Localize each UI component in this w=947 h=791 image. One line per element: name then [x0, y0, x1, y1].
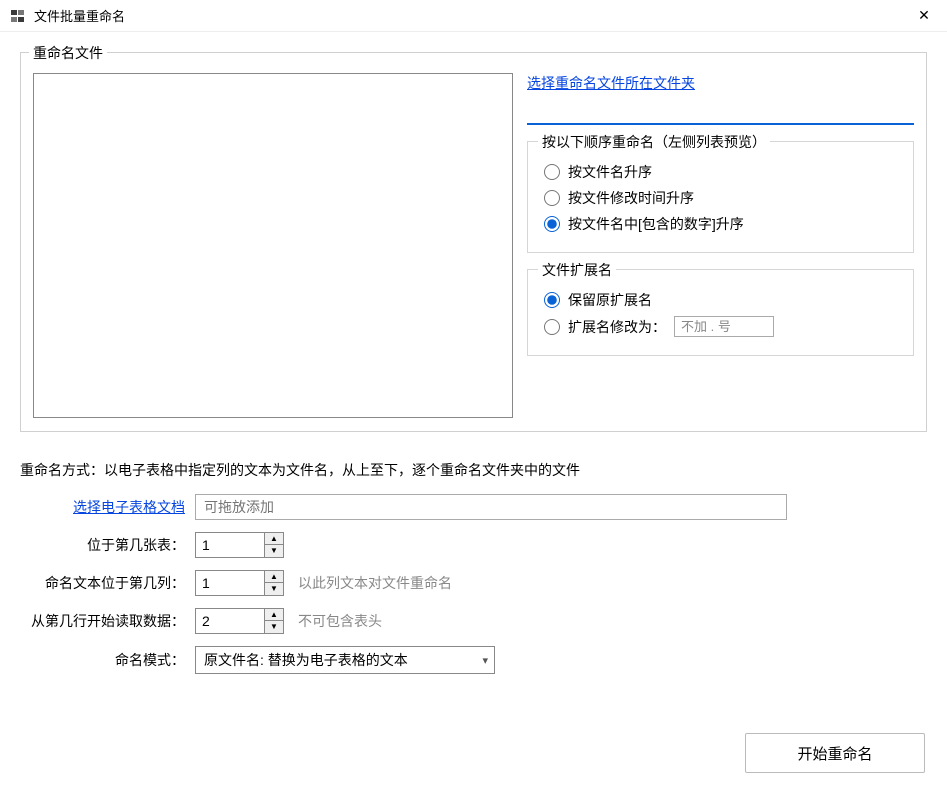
- close-icon: ✕: [918, 7, 930, 24]
- row-start-down[interactable]: ▼: [265, 621, 283, 633]
- row-start-up[interactable]: ▲: [265, 609, 283, 621]
- column-index-stepper[interactable]: ▲ ▼: [195, 570, 284, 596]
- sheet-index-up[interactable]: ▲: [265, 533, 283, 545]
- order-by-mtime-label: 按文件修改时间升序: [568, 188, 694, 208]
- row-start-label: 从第几行开始读取数据：: [20, 611, 195, 631]
- column-index-input[interactable]: [196, 571, 264, 595]
- order-by-mtime-radio[interactable]: 按文件修改时间升序: [544, 188, 901, 208]
- close-button[interactable]: ✕: [901, 0, 947, 32]
- rename-files-group: 重命名文件 选择重命名文件所在文件夹 按以下顺序重命名（左侧列表预览） 按文件名…: [20, 52, 927, 432]
- order-by-name-label: 按文件名升序: [568, 162, 652, 182]
- column-index-label: 命名文本位于第几列：: [20, 573, 195, 593]
- start-rename-button[interactable]: 开始重命名: [745, 733, 925, 773]
- column-index-up[interactable]: ▲: [265, 571, 283, 583]
- order-group-legend: 按以下顺序重命名（左侧列表预览）: [538, 132, 770, 152]
- title-bar: 文件批量重命名 ✕: [0, 0, 947, 32]
- column-index-down[interactable]: ▼: [265, 583, 283, 595]
- order-by-name-radio[interactable]: 按文件名升序: [544, 162, 901, 182]
- ext-keep-radio[interactable]: 保留原扩展名: [544, 290, 901, 310]
- spreadsheet-path-input[interactable]: [195, 494, 787, 520]
- order-by-number-radio[interactable]: 按文件名中[包含的数字]升序: [544, 214, 901, 234]
- order-group: 按以下顺序重命名（左侧列表预览） 按文件名升序 按文件修改时间升序 按文件名中[…: [527, 141, 914, 253]
- spreadsheet-form: 选择电子表格文档 位于第几张表： ▲ ▼ 命名文本位于第几列：: [20, 494, 927, 674]
- app-icon: [10, 8, 26, 24]
- order-by-mtime-radio-input[interactable]: [544, 190, 560, 206]
- preview-listbox[interactable]: [33, 73, 513, 418]
- ext-change-radio-input[interactable]: [544, 319, 560, 335]
- ext-change-radio[interactable]: 扩展名修改为：: [544, 316, 901, 337]
- order-by-name-radio-input[interactable]: [544, 164, 560, 180]
- mode-value: 原文件名: 替换为电子表格的文本: [204, 650, 408, 670]
- mode-combobox[interactable]: 原文件名: 替换为电子表格的文本 ▾: [195, 646, 495, 674]
- select-spreadsheet-link[interactable]: 选择电子表格文档: [73, 497, 185, 517]
- sheet-index-input[interactable]: [196, 533, 264, 557]
- order-by-number-label: 按文件名中[包含的数字]升序: [568, 214, 744, 234]
- chevron-down-icon: ▾: [482, 654, 488, 667]
- start-rename-label: 开始重命名: [797, 743, 872, 764]
- column-hint: 以此列文本对文件重命名: [298, 573, 452, 593]
- select-folder-link[interactable]: 选择重命名文件所在文件夹: [527, 73, 914, 93]
- window-title: 文件批量重命名: [34, 6, 125, 25]
- row-start-stepper[interactable]: ▲ ▼: [195, 608, 284, 634]
- order-by-number-radio-input[interactable]: [544, 216, 560, 232]
- sheet-index-down[interactable]: ▼: [265, 545, 283, 557]
- folder-path-input[interactable]: [527, 99, 914, 125]
- sheet-index-stepper[interactable]: ▲ ▼: [195, 532, 284, 558]
- ext-keep-radio-input[interactable]: [544, 292, 560, 308]
- sheet-index-label: 位于第几张表：: [20, 535, 195, 555]
- ext-change-label: 扩展名修改为：: [568, 317, 666, 337]
- rename-method-description: 重命名方式：以电子表格中指定列的文本为文件名，从上至下，逐个重命名文件夹中的文件: [20, 460, 927, 480]
- ext-keep-label: 保留原扩展名: [568, 290, 652, 310]
- row-hint: 不可包含表头: [298, 611, 382, 631]
- rename-files-legend: 重命名文件: [29, 43, 107, 63]
- mode-label: 命名模式：: [20, 650, 195, 670]
- extension-group: 文件扩展名 保留原扩展名 扩展名修改为：: [527, 269, 914, 356]
- row-start-input[interactable]: [196, 609, 264, 633]
- ext-change-input[interactable]: [674, 316, 774, 337]
- extension-group-legend: 文件扩展名: [538, 260, 616, 280]
